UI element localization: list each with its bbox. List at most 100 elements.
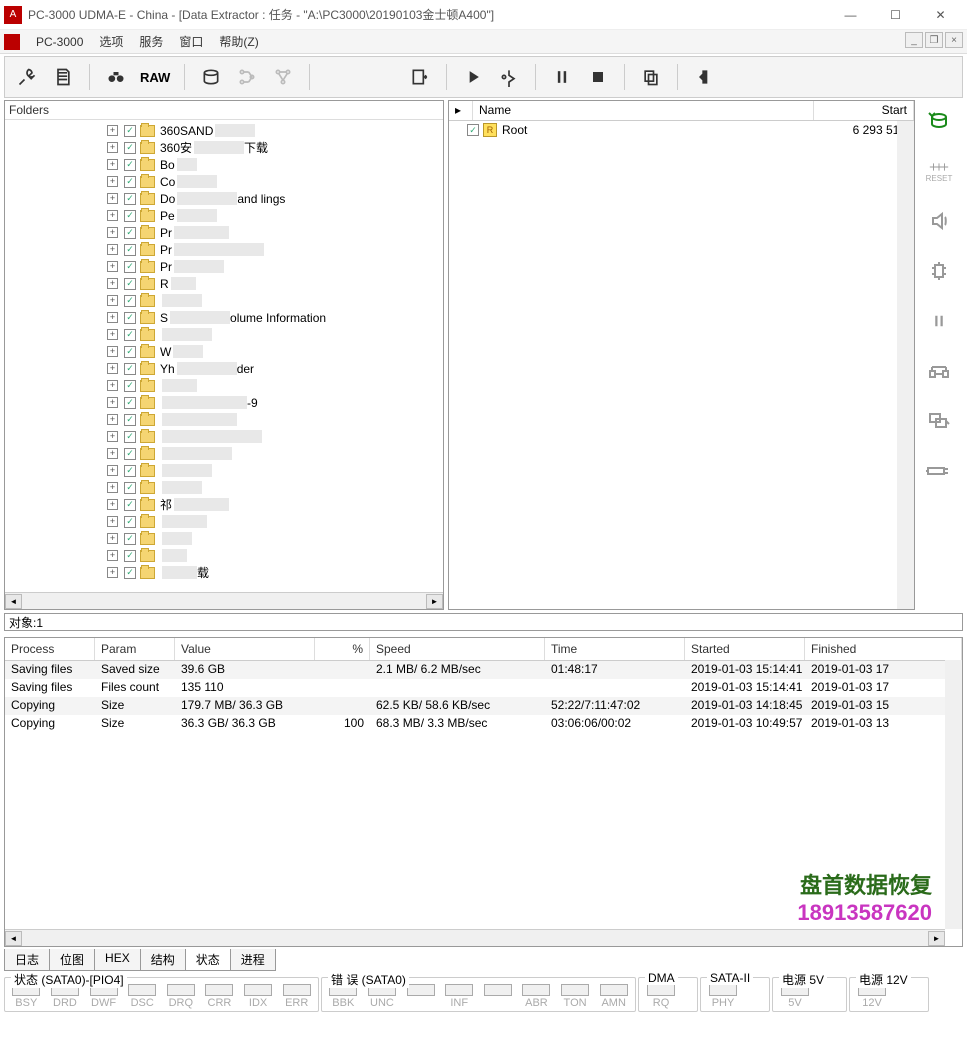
folders-horizontal-scrollbar[interactable]: ◄ ► [5,592,443,609]
name-column[interactable]: Name [473,101,814,120]
tree-row[interactable]: + ✓ . -9 [7,394,441,411]
expand-icon[interactable]: + [107,363,118,374]
folder-checkbox[interactable]: ✓ [124,244,136,256]
folder-checkbox[interactable]: ✓ [124,414,136,426]
expand-icon[interactable]: + [107,193,118,204]
tab-hex[interactable]: HEX [94,949,141,971]
header-finished[interactable]: Finished [805,638,962,660]
script-button[interactable] [47,61,79,93]
expand-icon[interactable]: + [107,482,118,493]
tree-row[interactable]: + ✓ S . olume Information [7,309,441,326]
header-time[interactable]: Time [545,638,685,660]
menu-options[interactable]: 选项 [91,30,131,54]
expand-icon[interactable]: + [107,465,118,476]
tree-row[interactable]: + ✓ Bo . [7,156,441,173]
expand-icon[interactable]: + [107,227,118,238]
table-scroll-left[interactable]: ◄ [5,931,22,946]
table-row[interactable]: CopyingSize36.3 GB/ 36.3 GB10068.3 MB/ 3… [5,715,962,733]
menu-service[interactable]: 服务 [131,30,171,54]
expand-icon[interactable]: + [107,550,118,561]
expand-icon[interactable]: + [107,414,118,425]
expand-icon[interactable]: + [107,312,118,323]
folder-checkbox[interactable]: ✓ [124,448,136,460]
start-column[interactable]: Start [814,101,914,120]
exit-button[interactable] [688,61,720,93]
tree-row[interactable]: + ✓ Co . [7,173,441,190]
folder-checkbox[interactable]: ✓ [124,482,136,494]
export-button[interactable] [404,61,436,93]
expand-icon[interactable]: + [107,516,118,527]
folder-checkbox[interactable]: ✓ [124,159,136,171]
menu-pc3000[interactable]: PC-3000 [28,30,91,54]
folder-checkbox[interactable]: ✓ [124,295,136,307]
folder-checkbox[interactable]: ✓ [124,142,136,154]
step-button[interactable] [493,61,525,93]
maximize-button[interactable]: ☐ [873,1,918,29]
folder-tree[interactable]: + ✓ 360SAND . + ✓ 360安 . 下载+ ✓ Bo . + ✓ … [5,120,443,592]
tree-row[interactable]: + ✓ 360SAND . [7,122,441,139]
header-started[interactable]: Started [685,638,805,660]
chip-icon[interactable] [924,256,954,286]
tree-row[interactable]: + ✓ . [7,479,441,496]
header-speed[interactable]: Speed [370,638,545,660]
table-scroll-right[interactable]: ► [928,931,945,946]
close-button[interactable]: ✕ [918,1,963,29]
folder-checkbox[interactable]: ✓ [124,533,136,545]
graph2-button[interactable] [267,61,299,93]
windows-icon[interactable] [924,406,954,436]
menu-help[interactable]: 帮助(Z) [211,30,266,54]
expand-icon[interactable]: + [107,431,118,442]
expand-icon[interactable]: + [107,499,118,510]
tab-log[interactable]: 日志 [4,949,50,971]
pause-side-icon[interactable] [924,306,954,336]
table-row[interactable]: CopyingSize179.7 MB/ 36.3 GB62.5 KB/ 58.… [5,697,962,715]
tree-row[interactable]: + ✓ Yh . der [7,360,441,377]
root-row[interactable]: ✓ R Root 6 293 514 [449,121,914,139]
raw-label[interactable]: RAW [140,70,170,85]
tree-row[interactable]: + ✓ Pr . [7,258,441,275]
folder-checkbox[interactable]: ✓ [124,363,136,375]
expand-icon[interactable]: + [107,159,118,170]
expand-icon[interactable]: + [107,142,118,153]
header-percent[interactable]: % [315,638,370,660]
tree-row[interactable]: + ✓ . [7,513,441,530]
folder-checkbox[interactable]: ✓ [124,193,136,205]
map-icon[interactable] [924,356,954,386]
expand-icon[interactable]: + [107,346,118,357]
minimize-button[interactable]: — [828,1,873,29]
tree-row[interactable]: + ✓ . [7,445,441,462]
folder-checkbox[interactable]: ✓ [124,227,136,239]
table-row[interactable]: Saving filesSaved size39.6 GB2.1 MB/ 6.2… [5,661,962,679]
expand-icon[interactable]: + [107,448,118,459]
tree-row[interactable]: + ✓ 祁 . [7,496,441,513]
expand-icon[interactable]: + [107,295,118,306]
expand-icon[interactable]: + [107,329,118,340]
tree-row[interactable]: + ✓ R . [7,275,441,292]
tree-row[interactable]: + ✓ Pe . [7,207,441,224]
expand-icon[interactable]: + [107,567,118,578]
mdi-restore-button[interactable]: ❐ [925,32,943,48]
copy-button[interactable] [635,61,667,93]
connector-icon[interactable] [924,456,954,486]
expand-column[interactable]: ▸ [449,101,473,120]
folder-checkbox[interactable]: ✓ [124,278,136,290]
menu-window[interactable]: 窗口 [171,30,211,54]
folder-checkbox[interactable]: ✓ [124,550,136,562]
tab-bitmap[interactable]: 位图 [49,949,95,971]
header-process[interactable]: Process [5,638,95,660]
mdi-close-button[interactable]: × [945,32,963,48]
folder-checkbox[interactable]: ✓ [124,499,136,511]
root-checkbox[interactable]: ✓ [467,124,479,136]
tree-row[interactable]: + ✓ Do . and lings [7,190,441,207]
sound-icon[interactable] [924,206,954,236]
pause-button[interactable] [546,61,578,93]
tree-row[interactable]: + ✓ Pr . [7,241,441,258]
folder-checkbox[interactable]: ✓ [124,176,136,188]
tab-status[interactable]: 状态 [185,949,231,971]
tab-struct[interactable]: 结构 [140,949,186,971]
mdi-minimize-button[interactable]: _ [905,32,923,48]
header-param[interactable]: Param [95,638,175,660]
header-value[interactable]: Value [175,638,315,660]
scroll-right-icon[interactable]: ► [426,594,443,609]
disk-button[interactable] [195,61,227,93]
